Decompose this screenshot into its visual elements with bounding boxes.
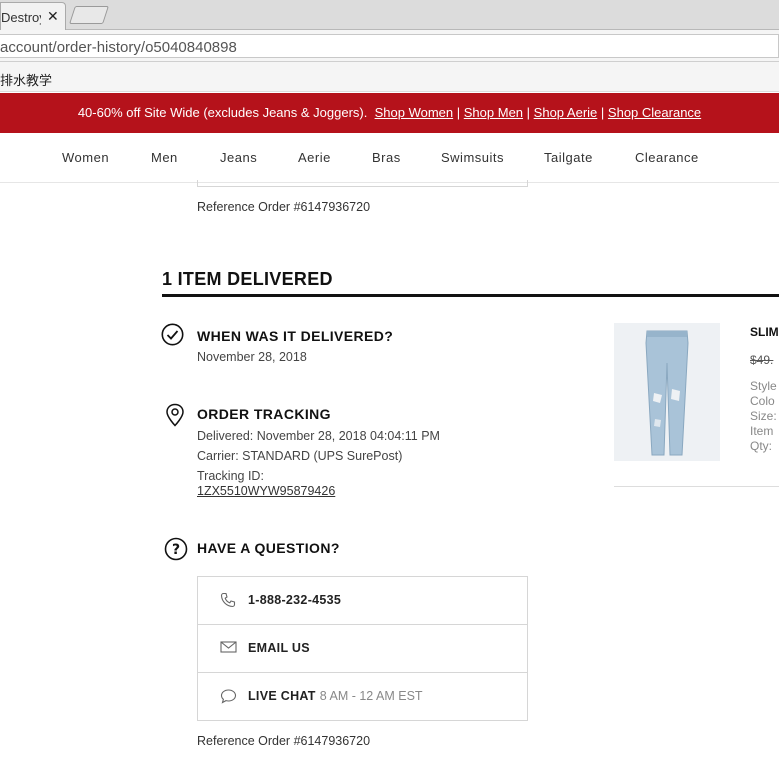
live-chat-text: LIVE CHAT — [248, 689, 316, 703]
shop-clearance-link[interactable]: Shop Clearance — [608, 105, 701, 120]
nav-item-bras[interactable]: Bras — [372, 150, 401, 165]
promo-banner: 40-60% off Site Wide (excludes Jeans & J… — [0, 93, 779, 133]
product-style-label: Style — [750, 379, 777, 393]
product-color-label: Colo — [750, 394, 775, 408]
reference-order: Reference Order #6147936720 — [197, 734, 371, 748]
check-circle-icon — [161, 323, 184, 351]
product-name[interactable]: SLIM — [750, 325, 779, 339]
when-delivered-heading: WHEN WAS IT DELIVERED? — [197, 328, 394, 344]
envelope-icon — [220, 640, 237, 659]
main-nav: Women Men Jeans Aerie Bras Swimsuits Tai… — [0, 133, 779, 183]
contact-options: 1-888-232-4535 EMAIL US LIVE CHAT 8 AM - … — [197, 576, 528, 721]
url-text: account/order-history/o5040840898 — [0, 39, 237, 56]
section-title: 1 ITEM DELIVERED — [162, 269, 333, 289]
order-tracking-heading: ORDER TRACKING — [197, 406, 331, 422]
question-circle-icon: ? — [164, 537, 188, 566]
location-pin-icon — [165, 403, 185, 432]
nav-item-tailgate[interactable]: Tailgate — [544, 150, 593, 165]
nav-item-aerie[interactable]: Aerie — [298, 150, 331, 165]
section-divider — [162, 294, 779, 297]
delivered-timestamp: Delivered: November 28, 2018 04:04:11 PM — [197, 429, 440, 443]
nav-item-jeans[interactable]: Jeans — [220, 150, 257, 165]
nav-item-clearance[interactable]: Clearance — [635, 150, 699, 165]
promo-text: 40-60% off Site Wide (excludes Jeans & J… — [77, 105, 368, 120]
delivery-date: November 28, 2018 — [197, 350, 307, 364]
nav-item-women[interactable]: Women — [62, 150, 109, 165]
live-chat-hours: 8 AM - 12 AM EST — [319, 689, 423, 703]
promo-separator: | — [526, 105, 531, 120]
reference-order: Reference Order #6147936720 — [197, 200, 371, 214]
close-icon[interactable]: ✕ — [47, 8, 59, 25]
phone-icon — [220, 592, 236, 613]
phone-number[interactable]: 1-888-232-4535 — [248, 593, 341, 607]
email-option[interactable]: EMAIL US — [198, 625, 527, 673]
shop-men-link[interactable]: Shop Men — [464, 105, 523, 120]
email-us-label[interactable]: EMAIL US — [248, 641, 310, 655]
svg-text:?: ? — [172, 542, 180, 558]
live-chat-label[interactable]: LIVE CHAT 8 AM - 12 AM EST — [248, 689, 423, 703]
have-question-heading: HAVE A QUESTION? — [197, 540, 340, 556]
product-divider — [614, 486, 779, 487]
tracking-id-link[interactable]: 1ZX5510WYW95879426 — [197, 484, 335, 498]
new-tab-button[interactable] — [69, 6, 109, 24]
previous-help-box — [197, 180, 528, 187]
tab-title: Destroy — [1, 10, 41, 25]
product-qty-label: Qty: — [750, 439, 773, 453]
product-item-label: Item — [750, 424, 774, 438]
shop-women-link[interactable]: Shop Women — [375, 105, 454, 120]
address-bar: account/order-history/o5040840898 — [0, 30, 779, 62]
carrier-info: Carrier: STANDARD (UPS SurePost) — [197, 449, 403, 463]
product-price: $49. — [750, 353, 774, 367]
chat-bubble-icon — [220, 688, 237, 709]
nav-item-swimsuits[interactable]: Swimsuits — [441, 150, 504, 165]
bookmarks-bar: 排水教学 — [0, 62, 779, 92]
promo-separator: | — [456, 105, 461, 120]
shop-aerie-link[interactable]: Shop Aerie — [534, 105, 598, 120]
nav-item-men[interactable]: Men — [151, 150, 178, 165]
phone-option[interactable]: 1-888-232-4535 — [198, 577, 527, 625]
bookmark-item[interactable]: 排水教学 — [0, 70, 52, 89]
product-image[interactable] — [614, 323, 720, 461]
live-chat-option[interactable]: LIVE CHAT 8 AM - 12 AM EST — [198, 673, 527, 721]
url-field[interactable]: account/order-history/o5040840898 — [0, 34, 779, 58]
tracking-id-label: Tracking ID: — [197, 469, 264, 483]
browser-tab[interactable]: Destroy ✕ — [0, 2, 66, 30]
product-size-label: Size: — [750, 409, 777, 423]
promo-separator: | — [600, 105, 605, 120]
browser-tab-bar: Destroy ✕ — [0, 0, 779, 30]
